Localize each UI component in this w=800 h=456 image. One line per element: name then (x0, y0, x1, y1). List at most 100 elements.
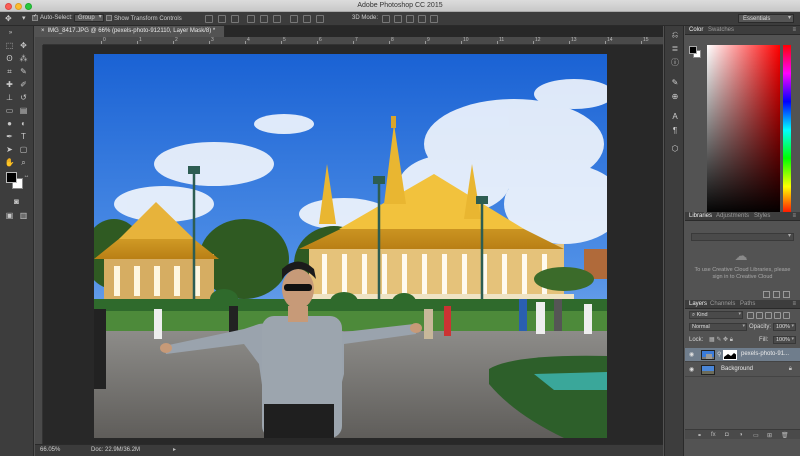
tab-styles[interactable]: Styles (754, 213, 770, 219)
status-menu-chevron-icon[interactable]: ▸ (173, 445, 176, 456)
opacity-field[interactable]: 100% (773, 323, 796, 331)
type-tool-icon[interactable]: T (18, 131, 29, 142)
blur-tool-icon[interactable]: ● (4, 118, 15, 129)
visibility-eye-icon[interactable]: ◉ (689, 366, 694, 373)
workspace-switcher[interactable]: Essentials (738, 14, 794, 23)
3d-slide-icon[interactable] (418, 15, 426, 23)
delete-layer-icon[interactable]: 🗑︎ (781, 432, 789, 439)
layer-row[interactable]: ◉ Background 🔒︎ (685, 363, 800, 377)
fill-field[interactable]: 100% (773, 336, 796, 344)
close-document-icon[interactable]: × (41, 28, 45, 34)
document-canvas-photo[interactable] (94, 54, 607, 438)
foreground-color-swatch[interactable] (6, 172, 17, 183)
color-panel-foreground-swatch[interactable] (689, 46, 697, 54)
library-grid-view-icon[interactable] (763, 291, 770, 298)
align-bottom-icon[interactable] (231, 15, 239, 23)
zoom-tool-icon[interactable]: ⌕ (18, 157, 29, 168)
filter-type-icon[interactable] (765, 312, 772, 319)
3d-panel-icon[interactable]: ⬡ (670, 144, 680, 154)
move-tool-icon[interactable]: ✥ (18, 40, 29, 51)
layer-filter-kind-dropdown[interactable]: ⌕ Kind (689, 311, 743, 319)
filter-shape-icon[interactable] (774, 312, 781, 319)
hue-slider[interactable] (783, 45, 791, 215)
distribute-vcenter-icon[interactable] (303, 15, 311, 23)
layer-thumbnail[interactable] (701, 350, 715, 360)
library-selector[interactable] (691, 232, 794, 241)
layer-mask-thumbnail[interactable] (723, 350, 737, 360)
new-group-icon[interactable]: ▭ (753, 432, 759, 439)
eraser-tool-icon[interactable]: ▭ (4, 105, 15, 116)
layer-row[interactable]: ◉ ⚲ pexels-photo-91... (685, 348, 800, 362)
brush-tool-icon[interactable]: ✐ (18, 79, 29, 90)
libraries-menu-icon[interactable]: ≡ (792, 213, 796, 219)
pen-tool-icon[interactable]: ✒ (4, 131, 15, 142)
brush-presets-icon[interactable]: ✎ (670, 78, 680, 88)
visibility-eye-icon[interactable]: ◉ (689, 351, 694, 358)
tab-adjustments[interactable]: Adjustments (716, 213, 749, 219)
clone-source-icon[interactable]: ⊕ (670, 92, 680, 102)
clone-stamp-tool-icon[interactable]: ⊥ (4, 92, 15, 103)
layer-thumbnail[interactable] (701, 365, 715, 375)
add-mask-icon[interactable]: ◘ (725, 432, 729, 438)
show-transform-checkbox[interactable]: Show Transform Controls (106, 15, 182, 22)
auto-select-checkbox[interactable]: Auto-Select: (32, 15, 73, 21)
move-tool-icon[interactable]: ✥ (5, 14, 12, 23)
document-tab[interactable]: × IMG_8417.JPG @ 66% (pexels-photo-912110… (35, 26, 225, 37)
layer-name[interactable]: pexels-photo-91... (741, 351, 789, 357)
hand-tool-icon[interactable]: ✋ (4, 157, 15, 168)
tab-channels[interactable]: Channels (710, 301, 735, 307)
tab-layers[interactable]: Layers (689, 301, 707, 307)
align-vcenter-icon[interactable] (218, 15, 226, 23)
lock-icons[interactable]: ▦ ✎ ✥ 🔒︎ (709, 336, 733, 344)
3d-scale-icon[interactable] (430, 15, 438, 23)
align-hcenter-icon[interactable] (260, 15, 268, 23)
dodge-tool-icon[interactable]: ◐ (18, 118, 29, 129)
tab-paths[interactable]: Paths (740, 301, 755, 307)
library-delete-icon[interactable] (783, 291, 790, 298)
3d-roll-icon[interactable] (394, 15, 402, 23)
link-layers-icon[interactable]: ⚭ (697, 432, 702, 439)
library-list-view-icon[interactable] (773, 291, 780, 298)
new-layer-icon[interactable]: ⊞ (767, 432, 772, 439)
properties-panel-icon[interactable]: ≣ (670, 44, 680, 54)
gradient-tool-icon[interactable]: ▤ (18, 105, 29, 116)
history-panel-icon[interactable]: ⎌ (670, 30, 680, 40)
document-info[interactable]: Doc: 22.9M/36.2M (91, 445, 140, 456)
distribute-bottom-icon[interactable] (316, 15, 324, 23)
color-panel-menu-icon[interactable]: ≡ (792, 27, 796, 33)
layer-name[interactable]: Background (721, 366, 753, 372)
horizontal-ruler[interactable]: 0 1 2 3 4 5 6 7 8 9 10 11 12 13 14 15 (43, 37, 663, 45)
marquee-tool-icon[interactable]: ⬚ (4, 40, 15, 51)
tab-color[interactable]: Color (689, 27, 703, 33)
zoom-level[interactable]: 66.05% (40, 445, 60, 456)
layers-menu-icon[interactable]: ≡ (792, 301, 796, 307)
eyedropper-tool-icon[interactable]: ✎ (18, 66, 29, 77)
tab-libraries[interactable]: Libraries (689, 213, 712, 219)
layer-style-icon[interactable]: fx (711, 432, 716, 438)
blend-mode-dropdown[interactable]: Normal (689, 323, 747, 331)
magic-wand-tool-icon[interactable]: ⁂ (18, 53, 29, 64)
artboard-icon[interactable]: ▥ (18, 210, 29, 221)
3d-pan-icon[interactable] (406, 15, 414, 23)
paragraph-panel-icon[interactable]: ¶ (670, 126, 680, 136)
quick-mask-icon[interactable]: ◙ (11, 196, 22, 207)
shape-tool-icon[interactable]: ▢ (18, 144, 29, 155)
align-top-icon[interactable] (205, 15, 213, 23)
align-left-icon[interactable] (247, 15, 255, 23)
distribute-top-icon[interactable] (290, 15, 298, 23)
screen-mode-icon[interactable]: ▣ (4, 210, 15, 221)
history-brush-tool-icon[interactable]: ↺ (18, 92, 29, 103)
path-selection-tool-icon[interactable]: ➤ (4, 144, 15, 155)
lasso-tool-icon[interactable]: ʘ (4, 53, 15, 64)
filter-adjustment-icon[interactable] (756, 312, 763, 319)
crop-tool-icon[interactable]: ⌗ (4, 66, 15, 77)
color-picker-field[interactable] (707, 45, 780, 215)
swap-colors-icon[interactable]: ↔ (21, 171, 32, 182)
3d-rotate-icon[interactable] (382, 15, 390, 23)
filter-smart-object-icon[interactable] (783, 312, 790, 319)
ruler-origin[interactable] (35, 37, 43, 45)
healing-brush-tool-icon[interactable]: ✚ (4, 79, 15, 90)
vertical-ruler[interactable] (35, 45, 43, 444)
tab-swatches[interactable]: Swatches (708, 27, 734, 33)
tool-preset-chevron-icon[interactable]: ▾ (22, 14, 26, 22)
